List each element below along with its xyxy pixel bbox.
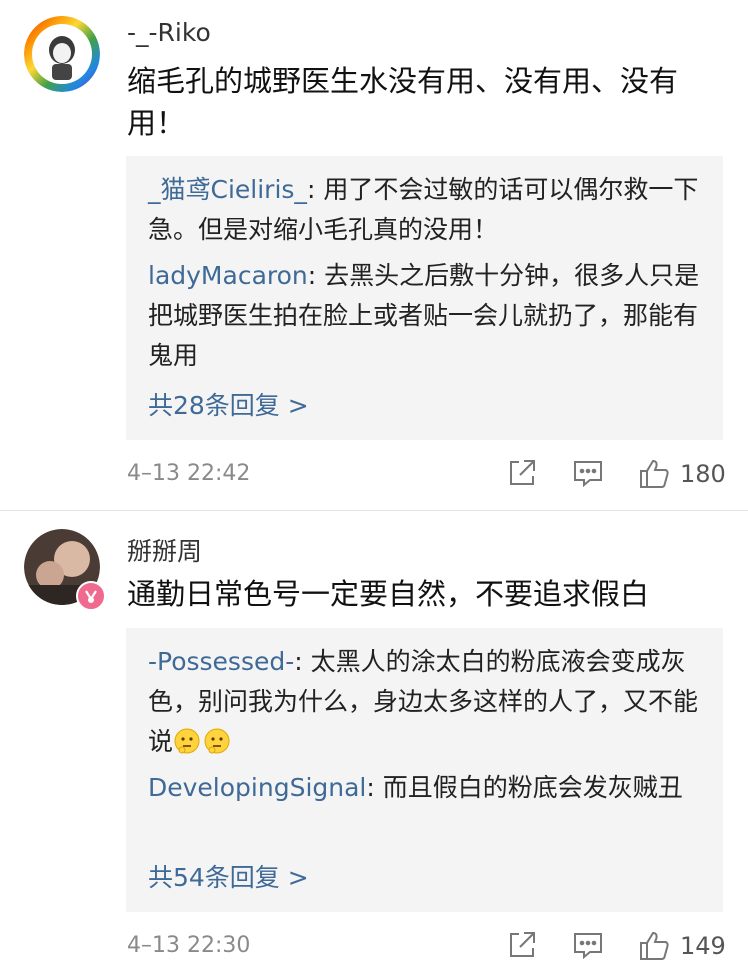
comment-text: 缩毛孔的城野医生水没有用、没有用、没有用！	[127, 64, 679, 140]
avatar[interactable]	[24, 16, 100, 92]
share-icon[interactable]	[505, 456, 539, 490]
verified-badge-icon	[76, 581, 106, 611]
reply-username[interactable]: DevelopingSignal	[148, 773, 366, 802]
share-icon[interactable]	[505, 928, 539, 962]
timestamp: 4–13 22:42	[127, 461, 251, 486]
comment-icon[interactable]	[571, 456, 605, 490]
reply-box[interactable]: -Possessed-: 太黑人的涂太白的粉底液会变成灰色，别问我为什么，身边太…	[126, 628, 723, 912]
reply-box[interactable]: _猫鸢Cieliris_: 用了不会过敏的话可以偶尔救一下急。但是对缩小毛孔真的…	[126, 156, 723, 440]
thumbs-up-icon[interactable]	[637, 456, 671, 490]
comment-meta: 4–13 22:30 149	[127, 926, 726, 966]
reply-text: 而且假白的粉底会发灰贼丑	[382, 773, 683, 802]
reply-username[interactable]: _猫鸢Cieliris_	[148, 175, 307, 204]
comment-item: 掰掰周 通勤日常色号一定要自然，不要追求假白 -Possessed-: 太黑人的…	[0, 511, 748, 979]
reply-username[interactable]: ladyMacaron	[148, 261, 308, 290]
reply-item: _猫鸢Cieliris_: 用了不会过敏的话可以偶尔救一下急。但是对缩小毛孔真的…	[148, 170, 708, 250]
emoji-thinking-icon	[173, 727, 201, 755]
comment-username[interactable]: -_-Riko	[127, 18, 211, 47]
more-replies-link[interactable]: 共28条回复 >	[148, 386, 309, 422]
comment-username[interactable]: 掰掰周	[127, 532, 202, 568]
reply-colon: :	[306, 175, 324, 204]
like-count: 149	[680, 932, 726, 960]
reply-username[interactable]: -Possessed-	[148, 647, 294, 676]
reply-colon: :	[294, 647, 311, 676]
comment-icon[interactable]	[571, 928, 605, 962]
comment-item: -_-Riko 缩毛孔的城野医生水没有用、没有用、没有用！ _猫鸢Cieliri…	[0, 0, 748, 510]
more-replies-link[interactable]: 共54条回复 >	[148, 858, 309, 894]
emoji-thinking-icon	[203, 727, 231, 755]
reply-item: DevelopingSignal: 而且假白的粉底会发灰贼丑	[148, 768, 708, 808]
thumbs-up-icon[interactable]	[637, 928, 671, 962]
like-count: 180	[680, 460, 726, 488]
reply-colon: :	[366, 773, 383, 802]
reply-item: -Possessed-: 太黑人的涂太白的粉底液会变成灰色，别问我为什么，身边太…	[148, 642, 708, 762]
reply-item: ladyMacaron: 去黑头之后敷十分钟，很多人只是把城野医生拍在脸上或者贴…	[148, 256, 708, 376]
reply-colon: :	[307, 261, 325, 290]
timestamp: 4–13 22:30	[127, 933, 251, 958]
comment-meta: 4–13 22:42 180	[127, 454, 726, 494]
comment-text: 通勤日常色号一定要自然，不要追求假白	[127, 577, 650, 611]
